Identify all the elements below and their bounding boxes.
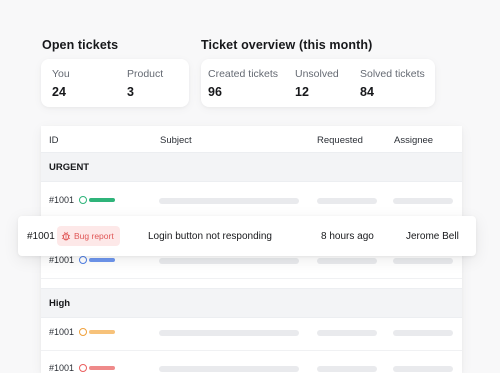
bug-icon [79,364,87,372]
ticket-overview-card: Created tickets 96 Unsolved 12 Solved ti… [201,59,435,107]
requested-placeholder [317,366,377,372]
dashboard: Open tickets You 24 Product 3 Ticket ove… [0,0,500,373]
ticket-type-tag [89,366,115,370]
requested-placeholder [317,330,377,336]
stat-label: Created tickets [208,68,279,80]
bug-report-tag[interactable]: Bug report [57,226,120,246]
highlighted-ticket-row[interactable]: #1001 Bug report Login button not respon… [18,216,476,256]
ticket-id: #1001 [49,255,75,265]
stat-value: 96 [208,85,222,99]
bug-icon [61,231,71,241]
subject-placeholder [159,330,299,336]
assignee-placeholder [393,330,453,336]
stat-value: 3 [127,85,134,99]
stat-label: Product [127,68,164,80]
stat-label: You [52,68,70,80]
open-tickets-title: Open tickets [42,38,119,52]
ticket-id: #1001 [49,195,75,205]
subject-placeholder [159,258,299,264]
group-label: High [49,298,71,309]
assignee-placeholder [393,198,453,204]
stat-value: 12 [295,85,309,99]
requested-placeholder [317,198,377,204]
assignee-placeholder [393,366,453,372]
table-row[interactable]: #1001 [41,315,462,351]
assignee-placeholder [393,258,453,264]
ticket-id: #1001 [49,327,75,337]
ticket-id: #1001 [49,363,75,373]
ticket-id: #1001 [27,231,55,242]
ticket-overview-title: Ticket overview (this month) [201,38,373,52]
tag-label: Bug report [74,231,114,241]
ticket-type-tag [89,258,115,262]
ticket-type-tag [89,330,115,334]
stat-label: Unsolved [295,68,339,80]
open-tickets-card: You 24 Product 3 [41,59,189,107]
stat-label: Solved tickets [360,68,425,80]
ticket-type-tag [89,198,115,202]
stat-value: 24 [52,85,66,99]
column-header-assignee[interactable]: Assignee [394,135,433,146]
stat-value: 84 [360,85,374,99]
column-header-subject[interactable]: Subject [160,135,192,146]
ticket-assignee: Jerome Bell [406,231,459,242]
column-header-requested[interactable]: Requested [317,135,363,146]
table-row[interactable]: #1001 [41,351,462,373]
ticket-subject: Login button not responding [148,231,272,242]
requested-placeholder [317,258,377,264]
subject-placeholder [159,366,299,372]
ticket-requested: 8 hours ago [321,231,374,242]
subject-placeholder [159,198,299,204]
column-header-id[interactable]: ID [49,135,59,146]
group-header-urgent: URGENT [41,152,462,182]
group-label: URGENT [49,162,90,173]
gift-icon [79,196,87,204]
question-icon [79,256,87,264]
clock-icon [79,328,87,336]
table-row[interactable]: #1001 [41,183,462,219]
group-header-high: High [41,288,462,318]
